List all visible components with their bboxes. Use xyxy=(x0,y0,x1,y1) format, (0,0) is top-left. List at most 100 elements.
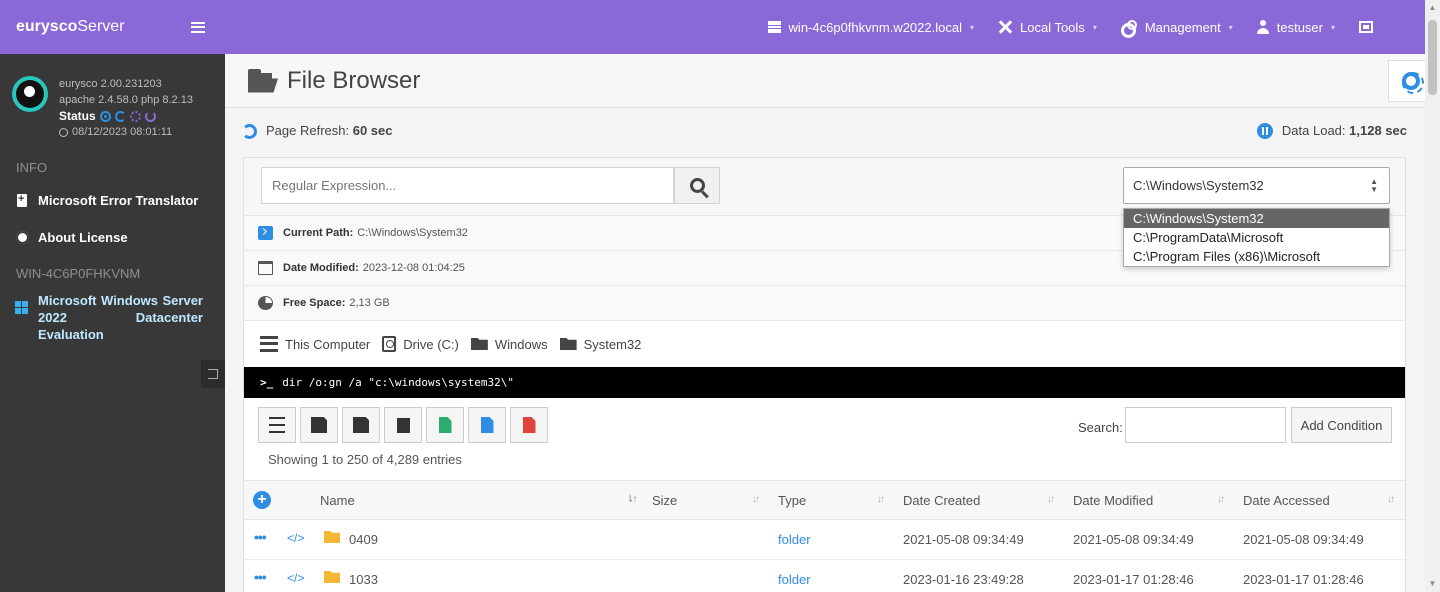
copy-button[interactable] xyxy=(384,407,422,443)
table-header: + Name ⇂↑ Size ↓↑ Type ↓↑ Date Created ↓… xyxy=(244,480,1405,520)
breadcrumb-system32[interactable]: System32 xyxy=(559,337,641,352)
code-icon[interactable]: </> xyxy=(287,531,304,545)
sign-out-icon xyxy=(208,369,218,379)
refresh-row: Page Refresh: 60 sec Data Load: 1,128 se… xyxy=(225,108,1425,154)
export-csv-button[interactable] xyxy=(468,407,506,443)
code-icon[interactable]: </> xyxy=(287,571,304,585)
sidebar: eurysco Server eurysco 2.00.231203 apache… xyxy=(0,0,225,592)
nav-local-tools[interactable]: Local Tools ▾ xyxy=(986,20,1109,35)
command-text: dir /o:gn /a "c:\windows\system32\" xyxy=(282,376,515,389)
path-option[interactable]: C:\ProgramData\Microsoft xyxy=(1124,228,1389,247)
sidebar-item-about-license[interactable]: About License xyxy=(0,219,225,256)
fullscreen-icon xyxy=(1359,21,1373,33)
settings-button[interactable] xyxy=(1388,60,1425,102)
scroll-up-icon[interactable]: ▲ xyxy=(1425,0,1440,16)
chevron-down-icon: ▾ xyxy=(1228,22,1233,32)
nav-management[interactable]: Management ▾ xyxy=(1109,20,1245,38)
col-type[interactable]: Type xyxy=(778,493,806,508)
sort-icon[interactable]: ↓↑ xyxy=(752,494,760,505)
cogs-icon xyxy=(1120,20,1137,38)
nav-user-label: testuser xyxy=(1276,19,1323,35)
cell-name[interactable]: 0409 xyxy=(349,532,378,547)
folder-open-icon xyxy=(248,68,281,93)
sort-icon[interactable]: ↓↑ xyxy=(1217,494,1225,505)
path-option[interactable]: C:\Windows\System32 xyxy=(1124,209,1389,228)
col-name[interactable]: Name xyxy=(320,493,355,508)
status-line: Status xyxy=(59,108,225,124)
refresh-label: Page Refresh: xyxy=(266,122,350,138)
col-date-modified[interactable]: Date Modified xyxy=(1073,493,1153,508)
table-row[interactable]: ••• </> 1033 folder 2023-01-16 23:49:28 … xyxy=(244,560,1405,592)
status-server-icon[interactable] xyxy=(129,110,141,122)
sort-icon[interactable]: ↓↑ xyxy=(1387,494,1395,505)
command-bar: >_ dir /o:gn /a "c:\windows\system32\" xyxy=(244,367,1405,398)
nav-host[interactable]: win-4c6p0fhkvnm.w2022.local ▾ xyxy=(756,20,986,35)
regex-search-button[interactable] xyxy=(674,167,720,204)
page-title: File Browser xyxy=(287,66,421,94)
brand-name-light: Server xyxy=(77,18,125,35)
path-dropdown: C:\Windows\System32 C:\ProgramData\Micro… xyxy=(1123,208,1390,267)
os-label: Microsoft Windows Server 2022 Datacenter… xyxy=(38,293,203,342)
sidebar-toggle-button[interactable] xyxy=(172,13,224,41)
breadcrumb-windows[interactable]: Windows xyxy=(470,336,548,352)
terminal-icon xyxy=(258,226,273,240)
clipboard-plus-icon xyxy=(15,193,29,208)
user-panel: eurysco 2.00.231203 apache 2.4.58.0 php … xyxy=(0,54,225,154)
ellipsis-icon[interactable]: ••• xyxy=(254,530,267,544)
free-space-value: 2,13 GB xyxy=(349,297,390,309)
table-search-input[interactable] xyxy=(1125,407,1286,443)
csv-file-icon xyxy=(480,417,494,433)
showing-to: 250 xyxy=(346,451,369,467)
regex-input[interactable] xyxy=(261,167,674,204)
breadcrumb-drive-c[interactable]: Drive (C:) xyxy=(382,336,459,352)
page-refresh[interactable]: Page Refresh: 60 sec xyxy=(242,122,393,140)
calendar-icon xyxy=(258,261,273,275)
cell-name[interactable]: 1033 xyxy=(349,572,378,587)
scrollbar-thumb[interactable] xyxy=(1428,20,1437,95)
server-icon xyxy=(260,336,278,352)
export-pdf-button[interactable] xyxy=(510,407,548,443)
data-load[interactable]: Data Load: 1,128 sec xyxy=(1256,123,1407,140)
column-visibility-button[interactable] xyxy=(258,407,296,443)
top-navbar: win-4c6p0fhkvnm.w2022.local ▾ Local Tool… xyxy=(225,0,1425,54)
status-executor-icon[interactable] xyxy=(114,110,126,122)
clear-state-button[interactable] xyxy=(342,407,380,443)
fullscreen-button[interactable] xyxy=(1347,21,1385,33)
col-date-accessed[interactable]: Date Accessed xyxy=(1243,493,1330,508)
sort-icon[interactable]: ↓↑ xyxy=(877,494,885,505)
cell-date-created: 2021-05-08 09:34:49 xyxy=(903,532,1024,547)
sidebar-item-error-translator[interactable]: Microsoft Error Translator xyxy=(0,182,225,219)
cell-date-modified: 2023-01-17 01:28:46 xyxy=(1073,572,1194,587)
sidebar-collapse-button[interactable] xyxy=(201,360,225,388)
table-row[interactable]: ••• </> 0409 folder 2021-05-08 09:34:49 … xyxy=(244,520,1405,560)
cell-type[interactable]: folder xyxy=(778,572,811,587)
cell-type[interactable]: folder xyxy=(778,532,811,547)
status-agent-icon[interactable] xyxy=(144,110,156,122)
save-x-icon xyxy=(353,417,369,433)
save-state-button[interactable] xyxy=(300,407,338,443)
folder-icon xyxy=(324,531,340,543)
path-option[interactable]: C:\Program Files (x86)\Microsoft xyxy=(1124,247,1389,266)
showing-suffix: entries xyxy=(422,451,462,467)
scroll-down-icon[interactable]: ▼ xyxy=(1425,576,1440,592)
path-select[interactable]: C:\Windows\System32 ▲ ▼ xyxy=(1123,167,1390,204)
pie-chart-icon xyxy=(258,296,273,310)
page-scrollbar[interactable]: ▲ ▼ xyxy=(1425,0,1440,592)
showing-total: 4,289 xyxy=(386,451,420,467)
col-date-created[interactable]: Date Created xyxy=(903,493,980,508)
status-core-icon[interactable] xyxy=(99,110,111,122)
nav-user[interactable]: testuser ▾ xyxy=(1245,20,1347,35)
sort-icon[interactable]: ↓↑ xyxy=(1047,494,1055,505)
breadcrumb-this-computer[interactable]: This Computer xyxy=(260,336,370,352)
file-browser-card: C:\Windows\System32 ▲▼ C:\Windows\System… xyxy=(243,157,1406,592)
search-icon xyxy=(689,178,705,193)
ellipsis-icon[interactable]: ••• xyxy=(254,570,267,584)
expand-all-icon[interactable]: + xyxy=(253,491,271,509)
col-size[interactable]: Size xyxy=(652,493,677,508)
windows-logo-icon xyxy=(15,301,28,314)
export-excel-button[interactable] xyxy=(426,407,464,443)
add-condition-button[interactable]: Add Condition xyxy=(1291,407,1392,443)
datetime-row: 08/12/2023 08:01:11 xyxy=(59,124,225,140)
sort-desc-icon[interactable]: ⇂↑ xyxy=(626,494,637,505)
breadcrumb-label: Windows xyxy=(494,336,548,352)
